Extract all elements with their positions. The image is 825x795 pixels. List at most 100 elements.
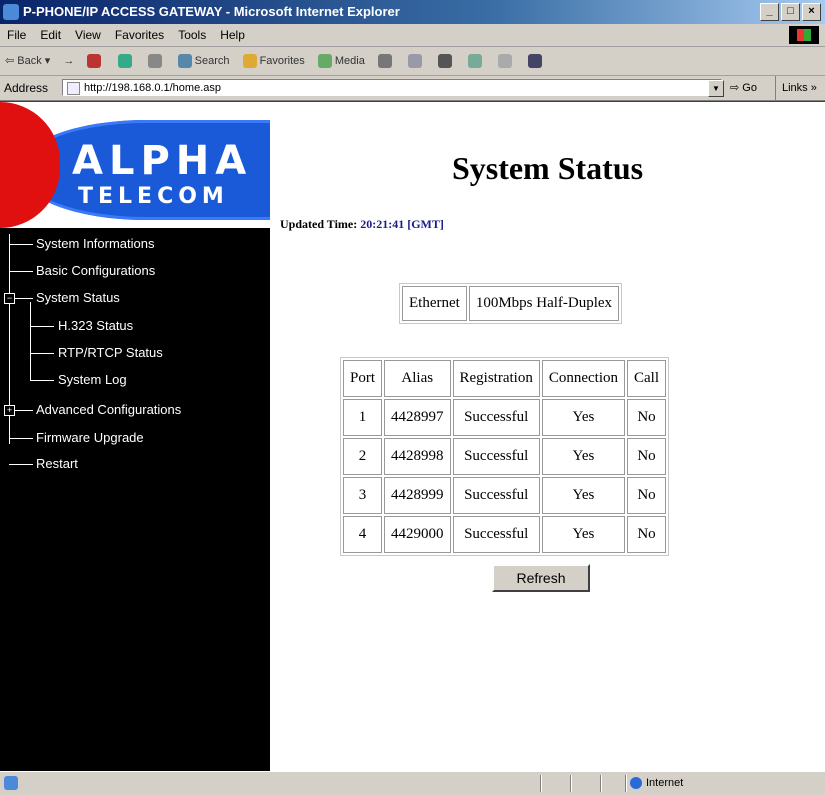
cell-alias: 4429000 (384, 516, 451, 553)
page-title: System Status (451, 150, 644, 186)
cell-port: 4 (343, 516, 383, 553)
status-bar: Internet (0, 771, 825, 795)
nav-system-informations[interactable]: System Informations (36, 236, 155, 251)
globe-icon (630, 777, 642, 790)
menu-file[interactable]: File (0, 24, 33, 46)
mail-icon[interactable] (403, 47, 430, 75)
address-url: http://198.168.0.1/home.asp (84, 82, 221, 94)
cell-registration: Successful (452, 399, 540, 436)
media-icon (317, 54, 332, 69)
cell-connection: Yes (541, 399, 625, 436)
cell-connection: Yes (541, 516, 625, 553)
history-icon[interactable] (373, 47, 400, 75)
security-zone: Internet (630, 775, 683, 792)
page-content: ALPHA TELECOM − + System Informations Ba… (0, 101, 825, 772)
ethernet-table: Ethernet 100Mbps Half-Duplex (399, 283, 623, 324)
cell-alias: 4428997 (384, 399, 451, 436)
nav-basic-configurations[interactable]: Basic Configurations (36, 263, 155, 278)
cell-registration: Successful (452, 477, 540, 514)
cell-call: No (627, 438, 666, 475)
header-port: Port (343, 360, 383, 397)
discuss-icon[interactable] (493, 47, 520, 75)
cell-registration: Successful (452, 438, 540, 475)
nav-restart[interactable]: Restart (36, 456, 78, 471)
logo-text-telecom: TELECOM (78, 184, 229, 209)
search-icon (177, 54, 192, 69)
back-button[interactable]: ⇦ Back ▾ (0, 47, 55, 75)
nav-firmware-upgrade[interactable]: Firmware Upgrade (36, 430, 144, 445)
port-status-table: Port Alias Registration Connection Call … (340, 357, 669, 556)
nav-system-status[interactable]: System Status (36, 290, 120, 305)
menu-favorites[interactable]: Favorites (108, 24, 171, 46)
alpha-telecom-logo: ALPHA TELECOM (0, 102, 273, 228)
forward-button[interactable]: → (58, 47, 79, 75)
zone-label: Internet (646, 777, 684, 789)
minimize-button[interactable]: _ (760, 3, 779, 21)
cell-port: 1 (343, 399, 383, 436)
toolbar: ⇦ Back ▾ → Search Favorites Media (0, 47, 825, 76)
menu-edit[interactable]: Edit (33, 24, 68, 46)
header-registration: Registration (452, 360, 540, 397)
logo-text-alpha: ALPHA (72, 138, 253, 184)
page-status-icon (4, 776, 18, 790)
cell-call: No (627, 399, 666, 436)
media-button[interactable]: Media (313, 47, 370, 75)
ethernet-value: 100Mbps Half-Duplex (468, 286, 620, 321)
ie-icon (3, 4, 19, 20)
nav-h323-status[interactable]: H.323 Status (58, 318, 133, 333)
updated-time-value: 20:21:41 [GMT] (360, 217, 444, 231)
close-button[interactable]: × (802, 3, 821, 21)
address-input[interactable]: http://198.168.0.1/home.asp (62, 79, 722, 96)
table-row: 3 4428999 Successful Yes No (343, 477, 666, 514)
messenger-icon[interactable] (523, 47, 550, 75)
address-bar: Address http://198.168.0.1/home.asp ▼ ⇨ … (0, 76, 825, 102)
header-connection: Connection (541, 360, 625, 397)
print-icon[interactable] (433, 47, 460, 75)
table-row: 2 4428998 Successful Yes No (343, 438, 666, 475)
home-icon[interactable] (143, 47, 170, 75)
cell-alias: 4428999 (384, 477, 451, 514)
window-title: P-PHONE/IP ACCESS GATEWAY - Microsoft In… (23, 4, 400, 19)
edit-icon[interactable] (463, 47, 490, 75)
links-button[interactable]: Links » (775, 76, 817, 100)
menu-view[interactable]: View (68, 24, 108, 46)
cell-connection: Yes (541, 438, 625, 475)
updated-time-label: Updated Time: (280, 217, 358, 231)
refresh-button[interactable]: Refresh (492, 564, 590, 592)
sidebar: ALPHA TELECOM − + System Informations Ba… (0, 102, 273, 772)
browser-window: P-PHONE/IP ACCESS GATEWAY - Microsoft In… (0, 0, 825, 795)
cell-call: No (627, 477, 666, 514)
updated-time: Updated Time: 20:21:41 [GMT] (280, 217, 444, 232)
windows-logo-icon (789, 26, 819, 44)
menu-bar: File Edit View Favorites Tools Help (0, 24, 825, 47)
cell-port: 3 (343, 477, 383, 514)
main-panel: System Status Updated Time: 20:21:41 [GM… (270, 102, 825, 772)
nav-rtp-rtcp-status[interactable]: RTP/RTCP Status (58, 345, 163, 360)
favorites-icon (242, 54, 257, 69)
expand-icon[interactable]: + (4, 405, 15, 416)
cell-port: 2 (343, 438, 383, 475)
address-label: Address (4, 81, 49, 95)
go-button[interactable]: ⇨ Go (730, 76, 757, 100)
menu-tools[interactable]: Tools (171, 24, 213, 46)
maximize-button[interactable]: □ (781, 3, 800, 21)
refresh-icon[interactable] (113, 47, 140, 75)
title-bar: P-PHONE/IP ACCESS GATEWAY - Microsoft In… (0, 0, 825, 24)
ethernet-label: Ethernet (402, 286, 467, 321)
search-button[interactable]: Search (173, 47, 235, 75)
nav-advanced-configurations[interactable]: Advanced Configurations (36, 402, 181, 417)
favorites-button[interactable]: Favorites (238, 47, 310, 75)
table-row: 1 4428997 Successful Yes No (343, 399, 666, 436)
header-alias: Alias (384, 360, 451, 397)
table-header-row: Port Alias Registration Connection Call (343, 360, 666, 397)
collapse-icon[interactable]: − (4, 293, 15, 304)
cell-alias: 4428998 (384, 438, 451, 475)
menu-help[interactable]: Help (213, 24, 252, 46)
page-icon (67, 81, 80, 95)
address-dropdown-button[interactable]: ▼ (708, 80, 724, 97)
cell-call: No (627, 516, 666, 553)
header-call: Call (627, 360, 666, 397)
stop-icon[interactable] (82, 47, 109, 75)
cell-connection: Yes (541, 477, 625, 514)
nav-system-log[interactable]: System Log (58, 372, 127, 387)
